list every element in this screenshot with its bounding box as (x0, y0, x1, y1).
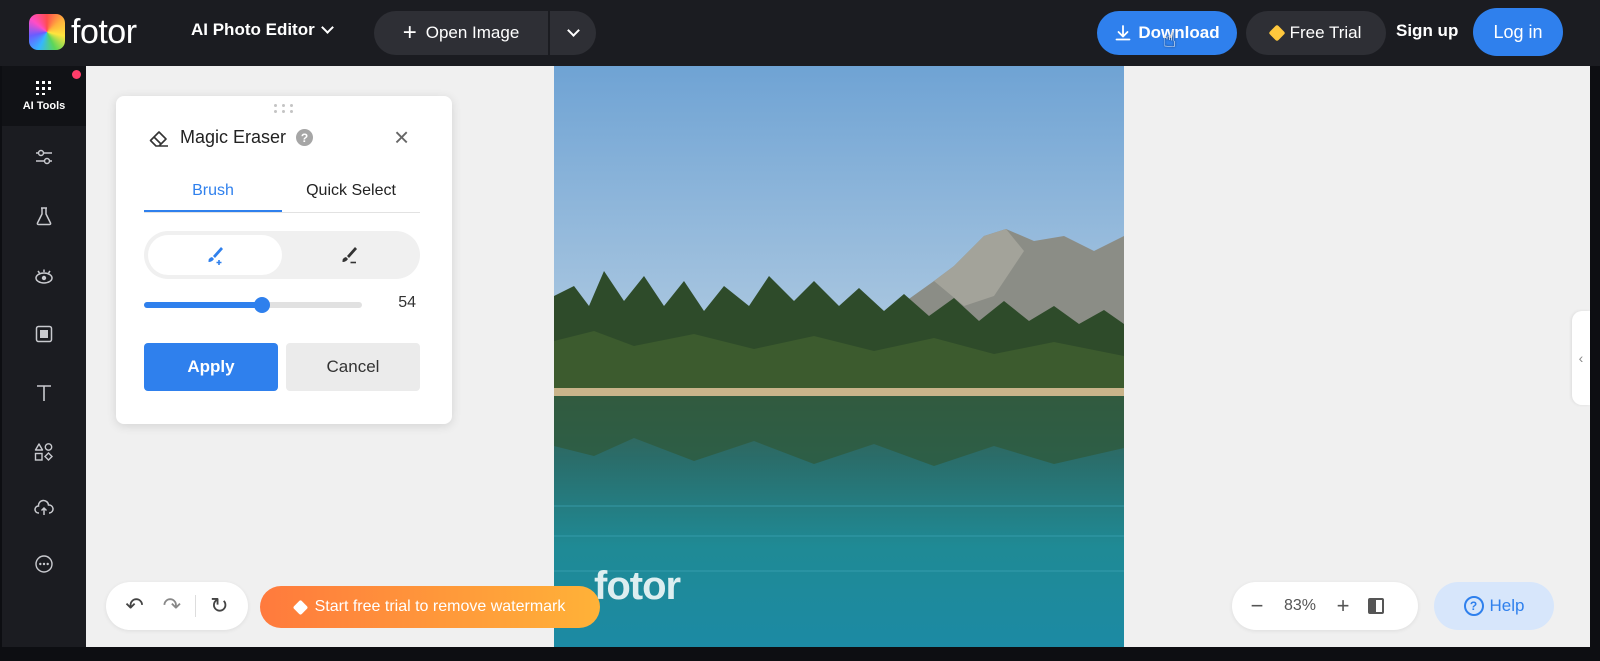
sidebar-item-effects[interactable] (2, 191, 86, 241)
plus-icon: + (402, 19, 417, 46)
undo-icon[interactable]: ↶ (121, 593, 149, 619)
download-label: Download (1138, 23, 1220, 42)
app-menu-dropdown[interactable]: AI Photo Editor (191, 20, 334, 40)
help-button[interactable]: ? Help (1434, 582, 1554, 630)
apply-button[interactable]: Apply (144, 343, 278, 391)
lake-landscape-image (554, 66, 1124, 647)
close-panel-button[interactable]: × (394, 124, 409, 150)
sign-up-link[interactable]: Sign up (1396, 21, 1458, 41)
more-icon (35, 555, 53, 573)
brush-size-handle[interactable] (253, 297, 270, 313)
logo-text: fotor (71, 13, 137, 51)
download-icon (1115, 25, 1131, 41)
open-image-group: + Open Image (374, 11, 596, 55)
open-image-label: Open Image (425, 23, 520, 42)
brush-remove-icon (342, 247, 357, 264)
help-icon: ? (1463, 596, 1484, 616)
history-controls: ↶ ↷ ↻ (106, 582, 248, 630)
add-brush-button[interactable] (148, 235, 282, 275)
ai-tools-icon (36, 81, 51, 95)
help-question-icon[interactable]: ? (296, 129, 314, 146)
sidebar-item-label: AI Tools (22, 100, 66, 112)
zoom-controls: − 83% + (1232, 582, 1418, 630)
photo-image[interactable]: fotor (554, 66, 1124, 647)
chevron-left-icon: ‹ (1578, 350, 1584, 366)
sidebar-item-more[interactable] (2, 539, 86, 589)
log-in-button[interactable]: Log in (1473, 8, 1563, 56)
erase-brush-button[interactable] (282, 235, 416, 275)
upload-cloud-icon (34, 499, 54, 515)
compare-icon[interactable] (1368, 598, 1384, 614)
chevron-down-icon (320, 21, 334, 34)
text-icon (37, 385, 51, 401)
cancel-button[interactable]: Cancel (286, 343, 420, 391)
frame-icon (35, 325, 53, 343)
eraser-mode-tabs: Brush Quick Select (144, 174, 420, 213)
diamond-icon (1268, 24, 1286, 42)
divider (195, 595, 197, 617)
zoom-in-button[interactable]: + (1334, 593, 1352, 619)
sidebar-item-beauty[interactable] (2, 251, 86, 301)
sidebar-item-frames[interactable] (2, 309, 86, 359)
fotor-logo[interactable]: fotor (29, 14, 137, 50)
brush-size-fill (144, 302, 262, 308)
notification-dot (72, 70, 81, 79)
free-trial-label: Free Trial (1289, 23, 1362, 42)
sidebar-item-uploads[interactable] (2, 483, 86, 533)
sidebar-item-adjust[interactable] (2, 132, 86, 182)
flask-icon (36, 207, 52, 226)
app-menu-label: AI Photo Editor (191, 20, 315, 39)
free-trial-button[interactable]: Free Trial (1246, 11, 1386, 55)
help-label: Help (1489, 596, 1525, 615)
adjust-sliders-icon (36, 149, 52, 165)
open-image-options-button[interactable] (550, 11, 596, 55)
tab-quick-select[interactable]: Quick Select (282, 174, 420, 212)
remove-watermark-trial-button[interactable]: Start free trial to remove watermark (260, 586, 600, 628)
redo-icon[interactable]: ↷ (158, 593, 186, 619)
zoom-out-button[interactable]: − (1248, 593, 1266, 619)
brush-add-icon (208, 247, 223, 265)
brush-size-value: 54 (398, 294, 416, 311)
zoom-level: 83% (1283, 597, 1317, 614)
fotor-watermark: fotor (594, 564, 681, 608)
magic-eraser-panel: Magic Eraser ? × Brush Quick Select 54 A… (116, 96, 452, 424)
sidebar-item-elements[interactable] (2, 427, 86, 477)
top-bar: fotor AI Photo Editor + Open Image Downl… (0, 0, 1600, 66)
brush-mode-toggle (144, 231, 420, 279)
open-image-button[interactable]: + Open Image (374, 11, 548, 55)
panel-drag-handle[interactable] (274, 104, 294, 114)
tab-brush[interactable]: Brush (144, 174, 282, 212)
panel-title: Magic Eraser (180, 127, 287, 147)
reset-icon[interactable]: ↻ (205, 593, 233, 619)
editor-canvas[interactable]: fotor ‹ Magic Eraser ? × Brush Quick Sel… (86, 66, 1590, 647)
trial-banner-label: Start free trial to remove watermark (314, 598, 566, 615)
right-panel-toggle[interactable]: ‹ (1572, 311, 1590, 405)
eraser-icon (149, 130, 168, 147)
eye-icon (35, 269, 53, 284)
left-toolbar: AI Tools (2, 66, 86, 647)
chevron-down-icon (566, 24, 580, 37)
brush-size-slider[interactable] (144, 297, 362, 313)
hand-cursor-icon: ☝ (1163, 27, 1177, 52)
sidebar-item-ai-tools[interactable]: AI Tools (2, 66, 86, 126)
elements-icon (34, 443, 53, 461)
sidebar-item-text[interactable] (2, 368, 86, 418)
fotor-logo-mark-icon (29, 14, 65, 50)
diamond-icon (292, 599, 308, 615)
panel-header: Magic Eraser ? (148, 127, 314, 148)
window-bottom-edge (0, 647, 1600, 661)
